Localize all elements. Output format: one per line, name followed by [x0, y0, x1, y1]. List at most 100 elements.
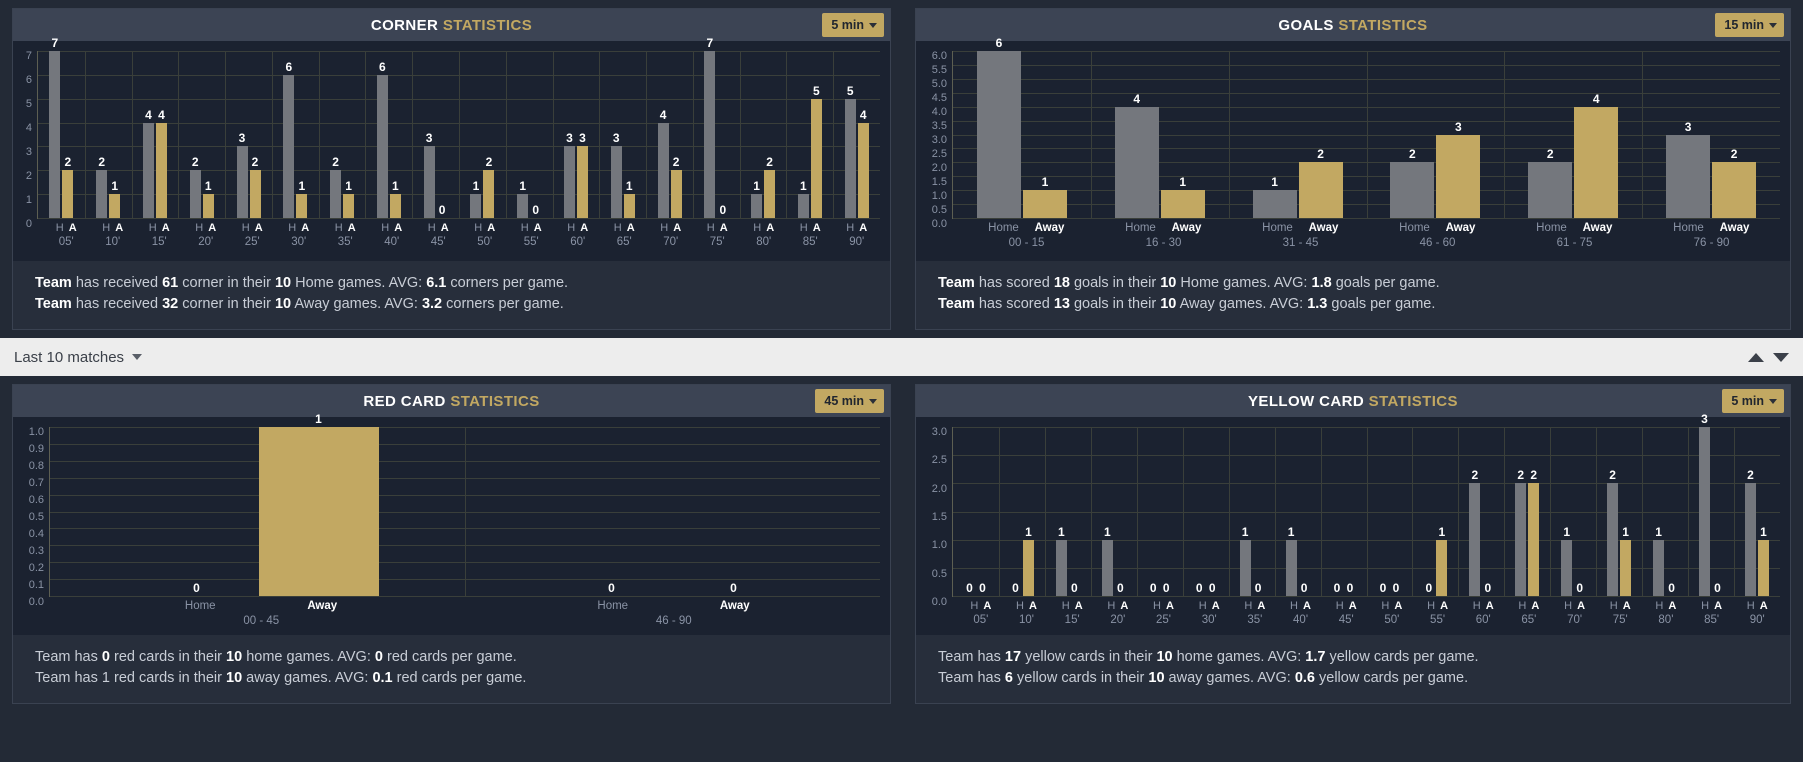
- bar-h[interactable]: 3: [423, 51, 435, 218]
- x-tick-label: 15': [1064, 614, 1080, 627]
- bar-home[interactable]: 2: [1528, 51, 1573, 218]
- bar-a[interactable]: 2: [62, 51, 74, 218]
- bar-h[interactable]: 5: [844, 51, 856, 218]
- bar-home[interactable]: 4: [1114, 51, 1159, 218]
- bar-h[interactable]: 0: [1194, 427, 1205, 596]
- redcard-period-dropdown[interactable]: 45 min: [815, 389, 884, 414]
- bar-a[interactable]: 0: [1390, 427, 1401, 596]
- bar-h[interactable]: 3: [1698, 413, 1710, 597]
- bar-away[interactable]: 1: [1022, 51, 1067, 218]
- bar-h[interactable]: 3: [610, 51, 622, 218]
- bar-a[interactable]: 3: [576, 51, 588, 218]
- bar-h[interactable]: 2: [1607, 427, 1619, 597]
- bar-a[interactable]: 1: [1620, 427, 1632, 597]
- bar-a[interactable]: 2: [670, 51, 682, 218]
- bar-a[interactable]: 0: [1161, 427, 1172, 596]
- bar-a[interactable]: 1: [202, 51, 214, 218]
- bar-h[interactable]: 4: [657, 51, 669, 218]
- bar-h[interactable]: 0: [1377, 427, 1388, 596]
- bar-h[interactable]: 0: [964, 427, 975, 596]
- bar-a[interactable]: 2: [764, 51, 776, 218]
- bar-away[interactable]: 1: [1160, 51, 1205, 218]
- bar-a[interactable]: 0: [1115, 427, 1126, 596]
- bar-a[interactable]: 1: [1436, 427, 1448, 597]
- bar-h[interactable]: 0: [1331, 427, 1342, 596]
- bar-h[interactable]: 2: [330, 51, 342, 218]
- bar-a[interactable]: 4: [155, 51, 167, 218]
- bar-away[interactable]: 3: [1436, 51, 1481, 218]
- bar-a[interactable]: 0: [977, 427, 988, 596]
- bar-h[interactable]: 2: [189, 51, 201, 218]
- x-tick-label: 70': [663, 236, 679, 248]
- bar-h[interactable]: 6: [376, 51, 388, 218]
- bar-a[interactable]: 0: [1299, 427, 1310, 596]
- bar-h[interactable]: 1: [517, 51, 529, 218]
- bar-a[interactable]: 0: [1344, 427, 1355, 596]
- bar-h[interactable]: 6: [283, 51, 295, 218]
- triangle-up-icon[interactable]: [1748, 352, 1764, 362]
- bar-home[interactable]: 0: [137, 427, 257, 596]
- bar-a[interactable]: 1: [343, 51, 355, 218]
- bar-home[interactable]: 6: [976, 37, 1021, 218]
- bar-a[interactable]: 1: [623, 51, 635, 218]
- bar-a[interactable]: 0: [1207, 427, 1218, 596]
- bar-h[interactable]: 0: [1010, 427, 1021, 596]
- bar-h[interactable]: 2: [1744, 427, 1756, 597]
- bar-a[interactable]: 0: [1253, 427, 1264, 596]
- bar-a[interactable]: 0: [1712, 427, 1723, 596]
- corner-period-dropdown[interactable]: 5 min: [822, 13, 884, 37]
- bar-a[interactable]: 0: [1482, 427, 1493, 596]
- bar-h[interactable]: 1: [470, 51, 482, 218]
- bar-h[interactable]: 0: [1423, 427, 1434, 596]
- bar-h[interactable]: 2: [1469, 427, 1481, 597]
- bar-h[interactable]: 2: [1515, 427, 1527, 597]
- bar-away[interactable]: 0: [674, 427, 794, 596]
- triangle-down-icon[interactable]: [1773, 352, 1789, 362]
- bar-h[interactable]: 2: [96, 51, 108, 218]
- last-matches-dropdown[interactable]: Last 10 matches: [14, 349, 143, 366]
- bar-a[interactable]: 1: [1757, 427, 1769, 597]
- bar-h[interactable]: 3: [563, 51, 575, 218]
- bar-away[interactable]: 2: [1712, 51, 1757, 218]
- bar-a[interactable]: 2: [483, 51, 495, 218]
- bar-a[interactable]: 1: [1022, 427, 1034, 597]
- bar-home[interactable]: 0: [552, 427, 672, 596]
- bar-h[interactable]: 1: [1561, 427, 1573, 597]
- x-sub-label: A: [812, 222, 821, 234]
- bar-h[interactable]: 4: [142, 51, 154, 218]
- bar-h[interactable]: 1: [1285, 427, 1297, 597]
- bar-home[interactable]: 3: [1666, 51, 1711, 218]
- bar-a[interactable]: 4: [857, 51, 869, 218]
- bar-away[interactable]: 2: [1298, 51, 1343, 218]
- bar-h[interactable]: 1: [1101, 427, 1113, 597]
- bar-a[interactable]: 0: [437, 51, 448, 218]
- bar-h[interactable]: 1: [1055, 427, 1067, 597]
- bar-h[interactable]: 1: [1653, 427, 1665, 597]
- bar-a[interactable]: 0: [1574, 427, 1585, 596]
- bar-away[interactable]: 4: [1574, 51, 1619, 218]
- bar-a[interactable]: 2: [249, 51, 261, 218]
- bar-h[interactable]: 0: [1148, 427, 1159, 596]
- bar-a[interactable]: 5: [810, 51, 822, 218]
- bar-a[interactable]: 1: [389, 51, 401, 218]
- bar-h[interactable]: 7: [704, 37, 716, 218]
- goals-period-dropdown[interactable]: 15 min: [1715, 13, 1784, 37]
- bar-h[interactable]: 7: [49, 37, 61, 218]
- bar-h[interactable]: 3: [236, 51, 248, 218]
- bar-home[interactable]: 2: [1390, 51, 1435, 218]
- x-sub-label: A: [1485, 600, 1494, 613]
- bar-a[interactable]: 0: [530, 51, 541, 218]
- bar-away[interactable]: 1: [258, 413, 379, 597]
- bar-a[interactable]: 0: [717, 51, 728, 218]
- bar-h[interactable]: 1: [751, 51, 763, 218]
- bar-a[interactable]: 1: [296, 51, 308, 218]
- bar-a[interactable]: 0: [1666, 427, 1677, 596]
- bar-value-label: 1: [392, 179, 399, 194]
- bar-a[interactable]: 0: [1069, 427, 1080, 596]
- bar-h[interactable]: 1: [797, 51, 809, 218]
- yellowcard-period-dropdown[interactable]: 5 min: [1722, 389, 1784, 414]
- bar-home[interactable]: 1: [1252, 51, 1297, 218]
- bar-h[interactable]: 1: [1239, 427, 1251, 597]
- bar-a[interactable]: 1: [109, 51, 121, 218]
- bar-a[interactable]: 2: [1528, 427, 1540, 597]
